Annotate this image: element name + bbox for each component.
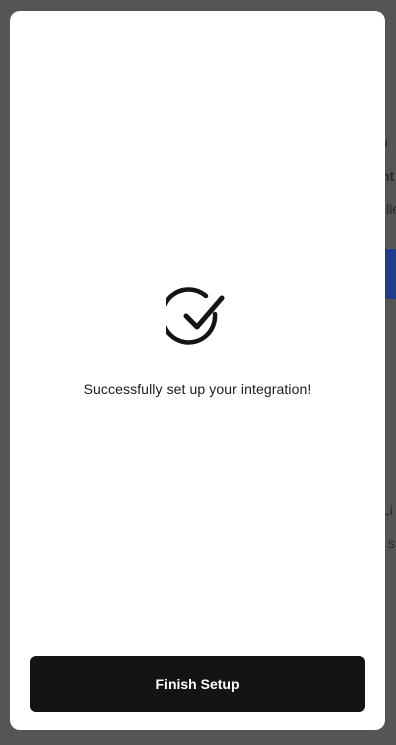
- success-message: Successfully set up your integration!: [83, 381, 312, 397]
- check-circle-icon: [159, 287, 228, 349]
- background-text-fragment: lle: [386, 201, 396, 217]
- finish-setup-button[interactable]: Finish Setup: [30, 656, 365, 712]
- background-button: [384, 249, 396, 299]
- success-modal: Successfully set up your integration! Fi…: [10, 11, 385, 730]
- background-text-fragment: s: [388, 535, 395, 551]
